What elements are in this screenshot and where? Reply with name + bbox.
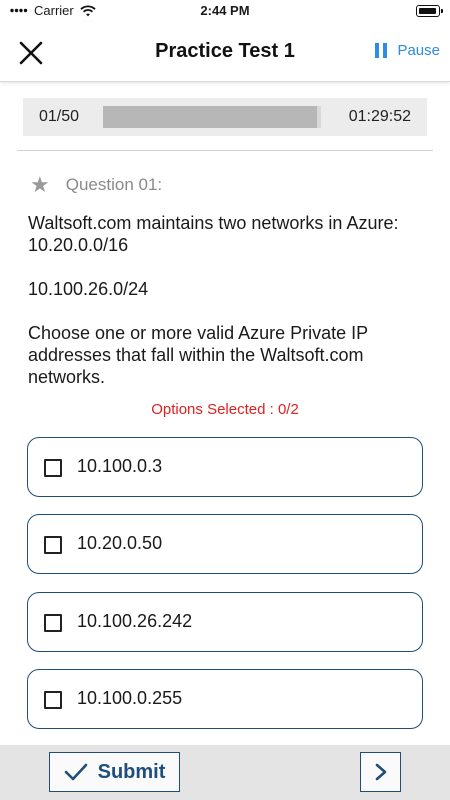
next-button[interactable]	[360, 752, 401, 792]
close-button[interactable]	[16, 38, 46, 68]
question-text: Waltsoft.com maintains two networks in A…	[28, 212, 428, 388]
pause-button[interactable]: Pause	[375, 42, 440, 59]
answer-option[interactable]: 10.100.0.3	[27, 437, 423, 497]
question-paragraph: Waltsoft.com maintains two networks in A…	[28, 213, 399, 255]
checkmark-icon	[64, 763, 87, 781]
checkbox[interactable]	[44, 614, 62, 632]
option-label: 10.100.0.3	[77, 456, 163, 476]
checkbox[interactable]	[44, 459, 62, 477]
pause-icon	[375, 43, 388, 58]
submit-button[interactable]: Submit	[49, 752, 180, 792]
progress-bar	[103, 106, 321, 128]
bottom-bar: Submit	[0, 745, 450, 800]
progress-fill	[103, 106, 317, 128]
answer-option[interactable]: 10.100.26.242	[27, 592, 423, 652]
divider	[17, 150, 433, 151]
question-counter: 01/50	[39, 108, 80, 125]
status-bar: Carrier 2:44 PM	[0, 0, 450, 22]
checkbox[interactable]	[44, 691, 62, 709]
close-icon	[19, 41, 43, 65]
options-selected-count: Options Selected : 0/2	[151, 401, 299, 418]
timer: 01:29:52	[348, 108, 411, 125]
battery-icon	[416, 5, 443, 17]
answer-option[interactable]: 10.100.0.255	[27, 669, 423, 729]
question-paragraph: Choose one or more valid Azure Private I…	[28, 323, 368, 387]
question-paragraph: 10.100.26.0/24	[28, 279, 149, 299]
status-time: 2:44 PM	[200, 3, 250, 18]
option-label: 10.100.0.255	[77, 688, 183, 708]
star-icon[interactable]: ★	[30, 174, 50, 196]
progress-row: 01/50 01:29:52	[23, 98, 427, 136]
chevron-right-icon	[375, 763, 386, 781]
option-label: 10.100.26.242	[77, 611, 193, 631]
submit-label: Submit	[97, 760, 166, 783]
question-header: ★ Question 01:	[30, 174, 162, 196]
question-label: Question 01:	[65, 175, 163, 194]
pause-label: Pause	[397, 42, 440, 59]
option-label: 10.20.0.50	[77, 533, 163, 553]
checkbox[interactable]	[44, 536, 62, 554]
nav-bar: Practice Test 1 Pause	[0, 22, 450, 82]
answer-option[interactable]: 10.20.0.50	[27, 514, 423, 574]
